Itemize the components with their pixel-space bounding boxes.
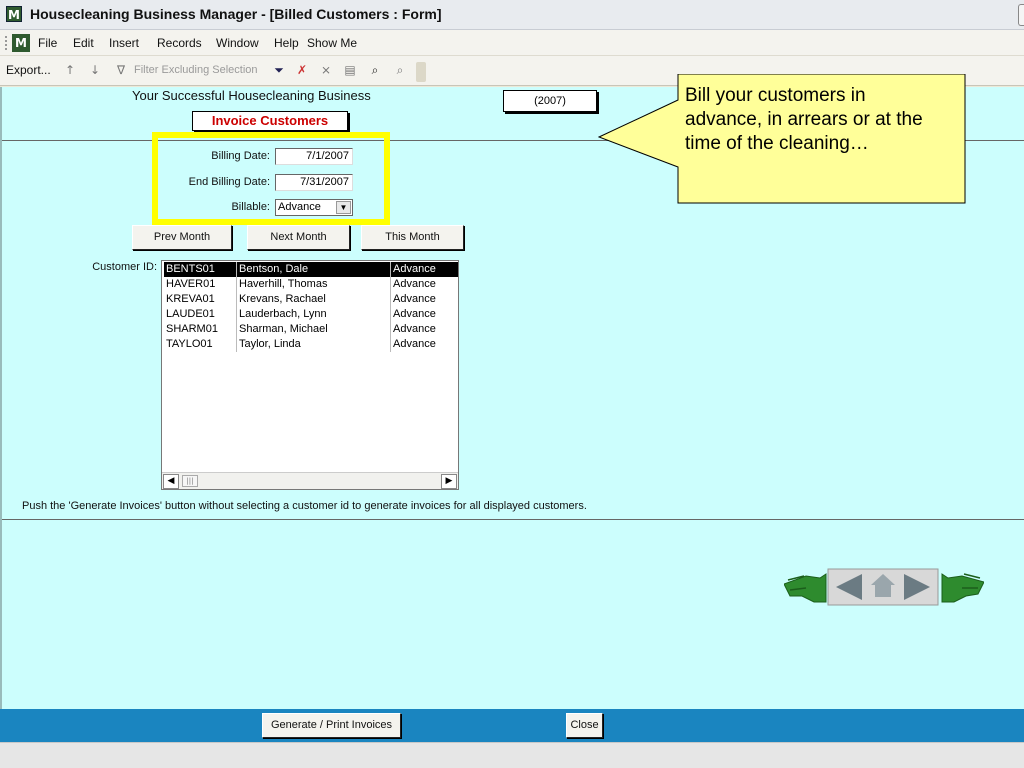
menu-window[interactable]: Window <box>216 36 259 50</box>
scroll-left-icon[interactable]: ◀ <box>163 474 179 489</box>
list-item[interactable]: BENTS01 Bentson, Dale Advance <box>164 262 458 277</box>
menu-help[interactable]: Help <box>274 36 299 50</box>
horizontal-scrollbar[interactable]: ◀ ||| ▶ <box>162 472 458 489</box>
customer-name: Sharman, Michael <box>236 322 390 337</box>
slide-navigation <box>784 568 984 606</box>
hint-text: Push the 'Generate Invoices' button with… <box>22 500 587 512</box>
window-title: Housecleaning Business Manager - [Billed… <box>30 6 442 22</box>
billable-label: Billable: <box>231 201 270 213</box>
hand-right-icon <box>941 573 984 603</box>
menu-edit[interactable]: Edit <box>73 36 94 50</box>
customer-billable: Advance <box>390 277 458 292</box>
menu-records[interactable]: Records <box>157 36 202 50</box>
customer-name: Haverhill, Thomas <box>236 277 390 292</box>
scrollbar-thumb[interactable]: ||| <box>182 475 198 487</box>
billable-select[interactable]: Advance ▼ <box>275 199 353 216</box>
hand-left-icon <box>784 573 827 603</box>
filter-excluding-selection-button[interactable]: Filter Excluding Selection <box>134 64 258 76</box>
list-item[interactable]: SHARM01 Sharman, Michael Advance <box>164 322 458 337</box>
customer-name: Bentson, Dale <box>236 262 390 277</box>
app-menu-icon[interactable]: M <box>12 34 30 52</box>
end-billing-date-label: End Billing Date: <box>188 176 270 188</box>
billable-value: Advance <box>278 201 321 213</box>
customer-name: Lauderbach, Lynn <box>236 307 390 322</box>
billing-date-field[interactable]: 7/1/2007 <box>275 148 353 165</box>
app-icon[interactable]: M <box>6 6 22 22</box>
next-month-button[interactable]: Next Month <box>247 225 350 250</box>
delete-record-icon[interactable]: ⨯ <box>318 62 334 78</box>
customer-name: Taylor, Linda <box>236 337 390 352</box>
form-footer: Generate / Print Invoices Close <box>0 709 1024 742</box>
window-controls-edge[interactable] <box>1018 4 1024 26</box>
customer-billable: Advance <box>390 262 458 277</box>
year-box: (2007) <box>503 90 597 112</box>
export-button[interactable]: Export... <box>6 63 51 77</box>
customer-id: BENTS01 <box>166 263 215 275</box>
scroll-right-icon[interactable]: ▶ <box>441 474 457 489</box>
prev-month-button[interactable]: Prev Month <box>132 225 232 250</box>
sort-descending-icon[interactable]: ↓ <box>87 62 103 78</box>
properties-icon[interactable]: ▤ <box>342 62 358 78</box>
section-divider <box>2 519 1024 520</box>
menu-show-me[interactable]: Show Me <box>307 36 357 50</box>
binoculars-icon[interactable]: ⌕ <box>392 62 408 78</box>
filter-icon[interactable]: ⏷ <box>271 62 287 78</box>
status-bar <box>0 742 1024 768</box>
customer-id: TAYLO01 <box>166 338 213 350</box>
find-icon[interactable]: ⌕ <box>367 62 383 78</box>
close-button[interactable]: Close <box>566 713 603 738</box>
customer-id: LAUDE01 <box>166 308 215 320</box>
customer-billable: Advance <box>390 292 458 307</box>
sort-ascending-icon[interactable]: ↑ <box>62 62 78 78</box>
customer-id: SHARM01 <box>166 323 218 335</box>
menu-bar: M File Edit Insert Records Window Help S… <box>0 30 1024 56</box>
customer-billable: Advance <box>390 337 458 352</box>
menu-insert[interactable]: Insert <box>109 36 139 50</box>
list-item[interactable]: KREVA01 Krevans, Rachael Advance <box>164 292 458 307</box>
menu-file[interactable]: File <box>38 36 57 50</box>
this-month-button[interactable]: This Month <box>361 225 464 250</box>
customer-list[interactable]: BENTS01 Bentson, Dale Advance HAVER01 Ha… <box>161 260 459 490</box>
list-item[interactable]: TAYLO01 Taylor, Linda Advance <box>164 337 458 352</box>
generate-invoices-button[interactable]: Generate / Print Invoices <box>262 713 401 738</box>
remove-filter-icon[interactable]: ✗ <box>294 62 310 78</box>
end-billing-date-field[interactable]: 7/31/2007 <box>275 174 353 191</box>
menu-grip[interactable] <box>5 36 8 50</box>
toolbar-options-icon[interactable] <box>416 62 426 82</box>
list-item[interactable]: LAUDE01 Lauderbach, Lynn Advance <box>164 307 458 322</box>
customer-id: HAVER01 <box>166 278 216 290</box>
billing-date-label: Billing Date: <box>211 150 270 162</box>
customer-name: Krevans, Rachael <box>236 292 390 307</box>
customer-billable: Advance <box>390 307 458 322</box>
customer-id-label: Customer ID: <box>92 261 157 273</box>
business-name: Your Successful Housecleaning Business <box>132 88 371 103</box>
form-title: Invoice Customers <box>192 111 348 131</box>
title-bar: M Housecleaning Business Manager - [Bill… <box>0 0 1024 30</box>
callout-text: Bill your customers in advance, in arrea… <box>685 85 923 154</box>
filter-by-selection-icon[interactable]: ∇ <box>113 62 129 78</box>
customer-billable: Advance <box>390 322 458 337</box>
list-item[interactable]: HAVER01 Haverhill, Thomas Advance <box>164 277 458 292</box>
customer-id: KREVA01 <box>166 293 215 305</box>
chevron-down-icon[interactable]: ▼ <box>336 201 351 214</box>
